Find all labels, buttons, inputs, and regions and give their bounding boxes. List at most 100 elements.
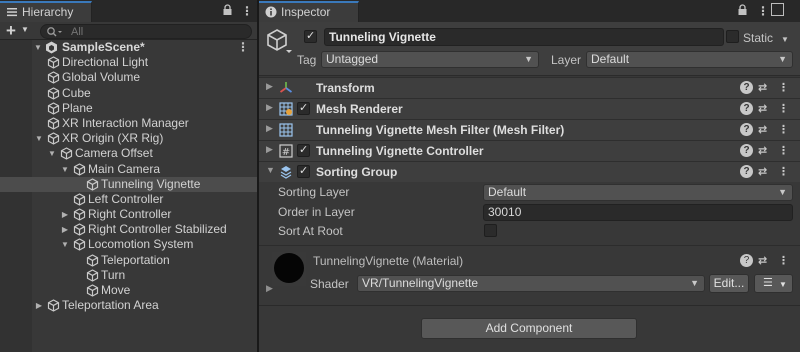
help-icon[interactable]: ?: [740, 144, 753, 157]
fold-arrow-icon[interactable]: ▶: [266, 81, 273, 92]
hierarchy-row[interactable]: ▶ Teleportation Area: [0, 298, 257, 313]
tab-hierarchy-label: Hierarchy: [22, 5, 74, 19]
hierarchy-search[interactable]: [40, 24, 252, 39]
hierarchy-row[interactable]: ▶ Right Controller: [0, 207, 257, 222]
gameobject-icon: [47, 56, 60, 69]
hierarchy-row[interactable]: Left Controller: [0, 192, 257, 207]
component-vignette-controller[interactable]: ▶ # Tunneling Vignette Controller ? ⇄ ⋮: [259, 140, 800, 161]
preset-icon[interactable]: ⇄: [758, 165, 767, 178]
static-dropdown-icon[interactable]: ▼: [781, 33, 789, 47]
expand-arrow-icon[interactable]: ▼: [33, 40, 43, 55]
hierarchy-row[interactable]: Tunneling Vignette: [0, 176, 257, 192]
component-title: Tunneling Vignette Mesh Filter (Mesh Fil…: [316, 123, 565, 137]
hierarchy-item-label: Move: [101, 283, 131, 297]
gameobject-icon: [47, 132, 60, 145]
add-object-button[interactable]: + ▼: [4, 21, 34, 40]
fold-arrow-icon[interactable]: ▶: [266, 283, 273, 294]
preset-icon[interactable]: ⇄: [758, 144, 767, 157]
layer-dropdown[interactable]: Default ▼: [586, 51, 793, 68]
transform-icon: [279, 81, 293, 95]
hierarchy-row[interactable]: ▼ Locomotion System: [0, 237, 257, 252]
help-icon[interactable]: ?: [740, 123, 753, 136]
object-name-field[interactable]: Tunneling Vignette: [324, 28, 724, 46]
mesh-renderer-enabled-checkbox[interactable]: [297, 101, 310, 115]
fold-arrow-icon[interactable]: ▶: [266, 144, 273, 155]
gameobject-icon: [73, 193, 86, 206]
preset-icon[interactable]: ⇄: [758, 123, 767, 136]
hierarchy-row[interactable]: Teleportation: [0, 253, 257, 268]
hierarchy-row[interactable]: Cube: [0, 86, 257, 101]
list-icon: [6, 6, 18, 18]
search-input[interactable]: [71, 25, 241, 38]
component-menu-icon[interactable]: ⋮: [778, 144, 789, 157]
sorting-layer-dropdown[interactable]: Default ▼: [483, 184, 793, 201]
component-menu-icon[interactable]: ⋮: [778, 81, 789, 94]
collapse-arrow-icon[interactable]: ▶: [60, 207, 70, 222]
preset-icon[interactable]: ⇄: [758, 102, 767, 115]
hierarchy-menu-icon[interactable]: ⋮: [241, 4, 253, 18]
hierarchy-row[interactable]: Directional Light: [0, 55, 257, 70]
hierarchy-row[interactable]: Turn: [0, 268, 257, 283]
order-in-layer-field[interactable]: 30010: [483, 204, 793, 221]
static-label: Static: [743, 31, 774, 45]
static-checkbox[interactable]: [726, 30, 739, 43]
help-icon[interactable]: ?: [740, 102, 753, 115]
hierarchy-row[interactable]: Move: [0, 283, 257, 298]
material-menu-icon[interactable]: ⋮: [778, 254, 789, 267]
hierarchy-row[interactable]: XR Interaction Manager: [0, 116, 257, 131]
expand-arrow-icon[interactable]: ▼: [60, 237, 70, 252]
help-icon[interactable]: ?: [740, 165, 753, 178]
hierarchy-item-label: Tunneling Vignette: [101, 176, 201, 191]
shader-options-button[interactable]: ☰ ▼: [754, 274, 793, 293]
hierarchy-item-label: Right Controller Stabilized: [88, 222, 227, 237]
fold-arrow-icon[interactable]: ▼: [266, 165, 275, 175]
edit-shader-button[interactable]: Edit...: [709, 274, 749, 293]
add-component-button[interactable]: Add Component: [421, 318, 637, 339]
inspector-menu-icon[interactable]: ⋮: [757, 4, 769, 18]
expand-arrow-icon[interactable]: ▼: [47, 146, 57, 161]
script-icon: #: [279, 144, 293, 158]
collapse-arrow-icon[interactable]: ▶: [60, 222, 70, 237]
preset-icon[interactable]: ⇄: [758, 81, 767, 94]
component-sorting-group[interactable]: ▼ Sorting Group ? ⇄ ⋮: [259, 161, 800, 182]
add-icon: +: [6, 21, 16, 40]
maximize-icon[interactable]: [771, 3, 784, 16]
hierarchy-tabbar: Hierarchy ⋮: [0, 0, 257, 22]
component-menu-icon[interactable]: ⋮: [778, 102, 789, 115]
hierarchy-row[interactable]: ▼ Camera Offset: [0, 146, 257, 161]
tag-dropdown[interactable]: Untagged ▼: [321, 51, 539, 68]
hierarchy-row[interactable]: Plane: [0, 101, 257, 116]
hierarchy-row[interactable]: ▼ XR Origin (XR Rig): [0, 131, 257, 146]
active-checkbox[interactable]: [304, 29, 317, 43]
fold-arrow-icon[interactable]: ▶: [266, 102, 273, 113]
fold-arrow-icon[interactable]: ▶: [266, 123, 273, 134]
collapse-arrow-icon[interactable]: ▶: [34, 298, 44, 313]
sort-at-root-checkbox[interactable]: [484, 224, 497, 237]
sorting-layer-label: Sorting Layer: [278, 185, 350, 199]
sorting-group-enabled-checkbox[interactable]: [297, 164, 310, 178]
help-icon[interactable]: ?: [740, 81, 753, 94]
component-mesh-filter[interactable]: ▶ Tunneling Vignette Mesh Filter (Mesh F…: [259, 119, 800, 140]
hierarchy-row[interactable]: ▶ Right Controller Stabilized: [0, 222, 257, 237]
hierarchy-item-label: Left Controller: [88, 191, 164, 206]
help-icon[interactable]: ?: [740, 254, 753, 267]
hierarchy-row[interactable]: Global Volume: [0, 70, 257, 85]
order-in-layer-label: Order in Layer: [278, 205, 355, 219]
lock-icon[interactable]: [737, 4, 748, 16]
scene-menu-icon[interactable]: ⋮: [237, 40, 249, 55]
lock-icon[interactable]: [222, 4, 233, 16]
preset-icon[interactable]: ⇄: [758, 254, 767, 267]
component-mesh-renderer[interactable]: ▶ Mesh Renderer ? ⇄ ⋮: [259, 98, 800, 119]
component-transform[interactable]: ▶ Transform ? ⇄ ⋮: [259, 77, 800, 98]
expand-arrow-icon[interactable]: ▼: [60, 162, 70, 177]
component-menu-icon[interactable]: ⋮: [778, 123, 789, 136]
tab-hierarchy[interactable]: Hierarchy: [0, 1, 92, 22]
expand-arrow-icon[interactable]: ▼: [34, 131, 44, 146]
tab-inspector[interactable]: Inspector: [259, 1, 359, 22]
hierarchy-row[interactable]: ▼ Main Camera: [0, 162, 257, 177]
gameobject-cube-icon: [266, 28, 292, 58]
scene-row[interactable]: ▼ SampleScene* ⋮: [0, 40, 257, 55]
component-menu-icon[interactable]: ⋮: [778, 165, 789, 178]
controller-enabled-checkbox[interactable]: [297, 143, 310, 157]
shader-dropdown[interactable]: VR/TunnelingVignette ▼: [357, 275, 705, 292]
